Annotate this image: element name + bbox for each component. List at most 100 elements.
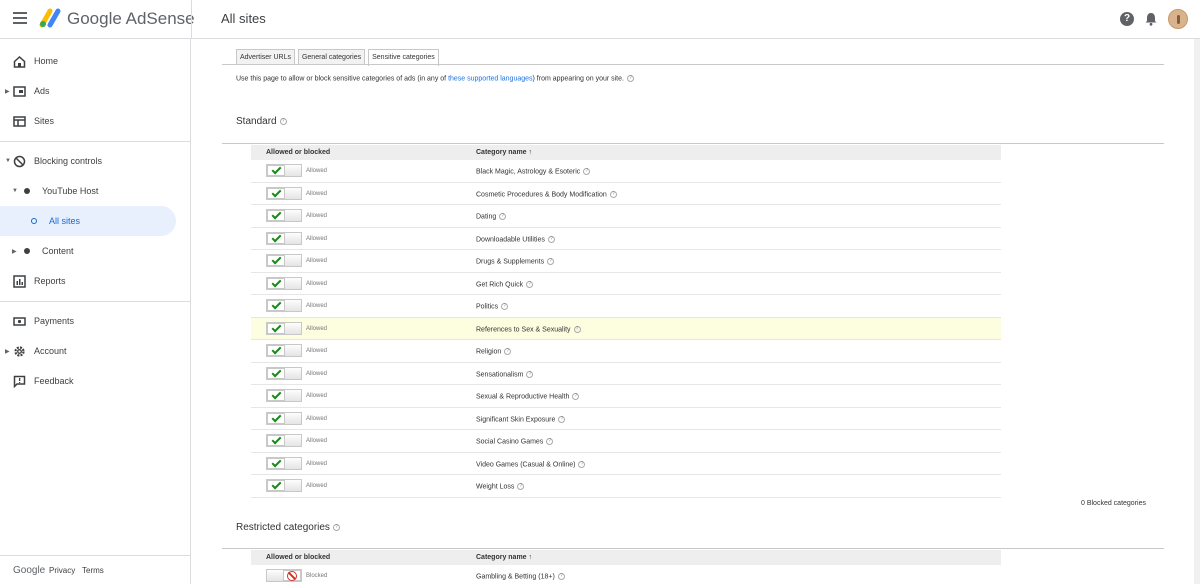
help-icon[interactable]: ? [609, 190, 617, 198]
help-icon[interactable]: ? [547, 258, 555, 265]
help-icon[interactable]: ? [499, 213, 507, 220]
category-name-text: Drugs & Supplements [476, 258, 545, 266]
toggle-knob [267, 277, 285, 289]
notifications-bell-icon[interactable] [1144, 12, 1158, 26]
page-title: All sites [221, 11, 266, 26]
category-name-text: Video Games (Casual & Online) [476, 460, 576, 468]
hamburger-menu-icon[interactable] [13, 12, 27, 24]
help-icon[interactable]: ? [573, 325, 581, 333]
privacy-link[interactable]: Privacy [49, 566, 75, 575]
sidebar-item-home[interactable]: Home [0, 46, 190, 76]
checkmark-icon [271, 299, 282, 310]
tab-advertiser-urls[interactable]: Advertiser URLs [236, 49, 295, 65]
allow-block-toggle[interactable] [266, 479, 302, 492]
help-icon[interactable]: ? [546, 438, 554, 445]
table-row: Blocked Gambling & Betting (18+)? [251, 565, 1001, 584]
help-icon[interactable]: ? [517, 483, 525, 490]
sidebar-item-label: Reports [34, 276, 66, 286]
sidebar-item-youtube-host[interactable]: ▼ YouTube Host [0, 176, 190, 206]
allow-block-toggle[interactable] [266, 569, 302, 582]
help-icon[interactable]: ? [547, 235, 555, 243]
state-label: Allowed [306, 303, 328, 309]
help-icon[interactable]: ? [501, 303, 509, 310]
table-row: Allowed Downloadable Utilities? [251, 228, 1001, 250]
caret-down-icon[interactable]: ▼ [5, 158, 11, 164]
sidebar-item-blocking-controls[interactable]: ▼ Blocking controls [0, 146, 190, 176]
restricted-categories-table: Allowed or blocked Category name ↑ Block… [251, 550, 1001, 584]
sidebar-item-ads[interactable]: ▶ Ads [0, 76, 190, 106]
category-name-text: Sensationalism [476, 370, 524, 378]
terms-link[interactable]: Terms [82, 566, 104, 575]
sidebar-item-reports[interactable]: Reports [0, 266, 190, 296]
checkmark-icon [271, 367, 282, 377]
allow-block-toggle[interactable] [266, 231, 302, 245]
table-row: Allowed Religion? [251, 340, 1001, 363]
column-header-category-name[interactable]: Category name ↑ [476, 554, 532, 561]
help-icon[interactable]: ? [526, 280, 534, 288]
help-icon[interactable]: ? [626, 75, 634, 82]
payments-icon [13, 316, 26, 326]
intro-text-end: ) from appearing on your site. [532, 75, 624, 83]
caret-down-icon[interactable]: ▼ [12, 188, 18, 194]
allow-block-toggle[interactable] [266, 366, 302, 380]
scrollbar[interactable] [1194, 39, 1200, 584]
category-name-text: Weight Loss [476, 483, 515, 491]
category-name: Downloadable Utilities? [476, 235, 555, 243]
caret-right-icon[interactable]: ▶ [12, 248, 17, 255]
brand-name: Google AdSense [67, 9, 195, 28]
category-name: Sensationalism? [476, 370, 534, 378]
help-icon[interactable]: ? [557, 573, 565, 580]
allow-block-toggle[interactable] [266, 321, 302, 335]
help-icon[interactable]: ? [504, 348, 512, 355]
allow-block-toggle[interactable] [266, 209, 302, 222]
top-app-bar: Google AdSense All sites ? [0, 0, 1200, 39]
table-row: Allowed Sexual & Reproductive Health? [251, 385, 1001, 408]
block-icon [13, 155, 26, 167]
allow-block-toggle[interactable] [266, 276, 302, 290]
account-avatar[interactable] [1168, 9, 1188, 29]
allow-block-toggle[interactable] [266, 164, 302, 177]
category-name: Black Magic, Astrology & Esoteric? [476, 168, 591, 175]
sidebar-item-account[interactable]: ▶ Account [0, 336, 190, 366]
allow-block-toggle[interactable] [266, 389, 302, 402]
help-icon[interactable]: ? [558, 415, 566, 423]
state-label: Allowed [306, 235, 328, 242]
allow-block-toggle[interactable] [266, 186, 302, 200]
allow-block-toggle[interactable] [266, 434, 302, 447]
help-icon[interactable]: ? [583, 168, 591, 175]
tab-general-categories[interactable]: General categories [297, 49, 366, 65]
category-name: Social Casino Games? [476, 438, 554, 445]
sidebar-item-sites[interactable]: Sites [0, 106, 190, 136]
checkmark-icon [271, 479, 282, 490]
sidebar-item-feedback[interactable]: Feedback [0, 366, 190, 396]
allow-block-toggle[interactable] [266, 344, 302, 357]
allow-block-toggle[interactable] [266, 456, 302, 470]
sidebar-item-all-sites[interactable]: All sites [0, 206, 176, 236]
category-name-text: Get Rich Quick [476, 280, 524, 288]
supported-languages-link[interactable]: these supported languages [448, 75, 532, 82]
caret-right-icon[interactable]: ▶ [5, 348, 10, 355]
bullet-ring-icon [31, 218, 37, 224]
category-name: Dating? [476, 213, 507, 220]
category-name: Religion? [476, 348, 512, 355]
category-name-text: Gambling & Betting (18+) [476, 573, 555, 581]
toggle-knob [267, 209, 285, 221]
table-row: Allowed Drugs & Supplements? [251, 250, 1001, 273]
help-icon[interactable]: ? [526, 370, 534, 378]
allow-block-toggle[interactable] [266, 254, 302, 267]
help-icon[interactable]: ? [1120, 12, 1134, 26]
table-row: Allowed Significant Skin Exposure? [251, 408, 1001, 430]
allow-block-toggle[interactable] [266, 299, 302, 312]
help-icon[interactable]: ? [279, 117, 287, 125]
help-icon[interactable]: ? [578, 460, 586, 468]
category-name: Significant Skin Exposure? [476, 415, 566, 423]
sidebar-item-payments[interactable]: Payments [0, 306, 190, 336]
help-icon[interactable]: ? [332, 523, 340, 531]
column-header-category-name[interactable]: Category name ↑ [476, 149, 532, 156]
sidebar-item-content[interactable]: ▶ Content [0, 236, 190, 266]
toggle-knob [267, 412, 285, 424]
allow-block-toggle[interactable] [266, 411, 302, 425]
help-icon[interactable]: ? [572, 393, 580, 400]
blocked-categories-count: 0 Blocked categories [1081, 500, 1146, 507]
caret-right-icon[interactable]: ▶ [5, 88, 10, 95]
